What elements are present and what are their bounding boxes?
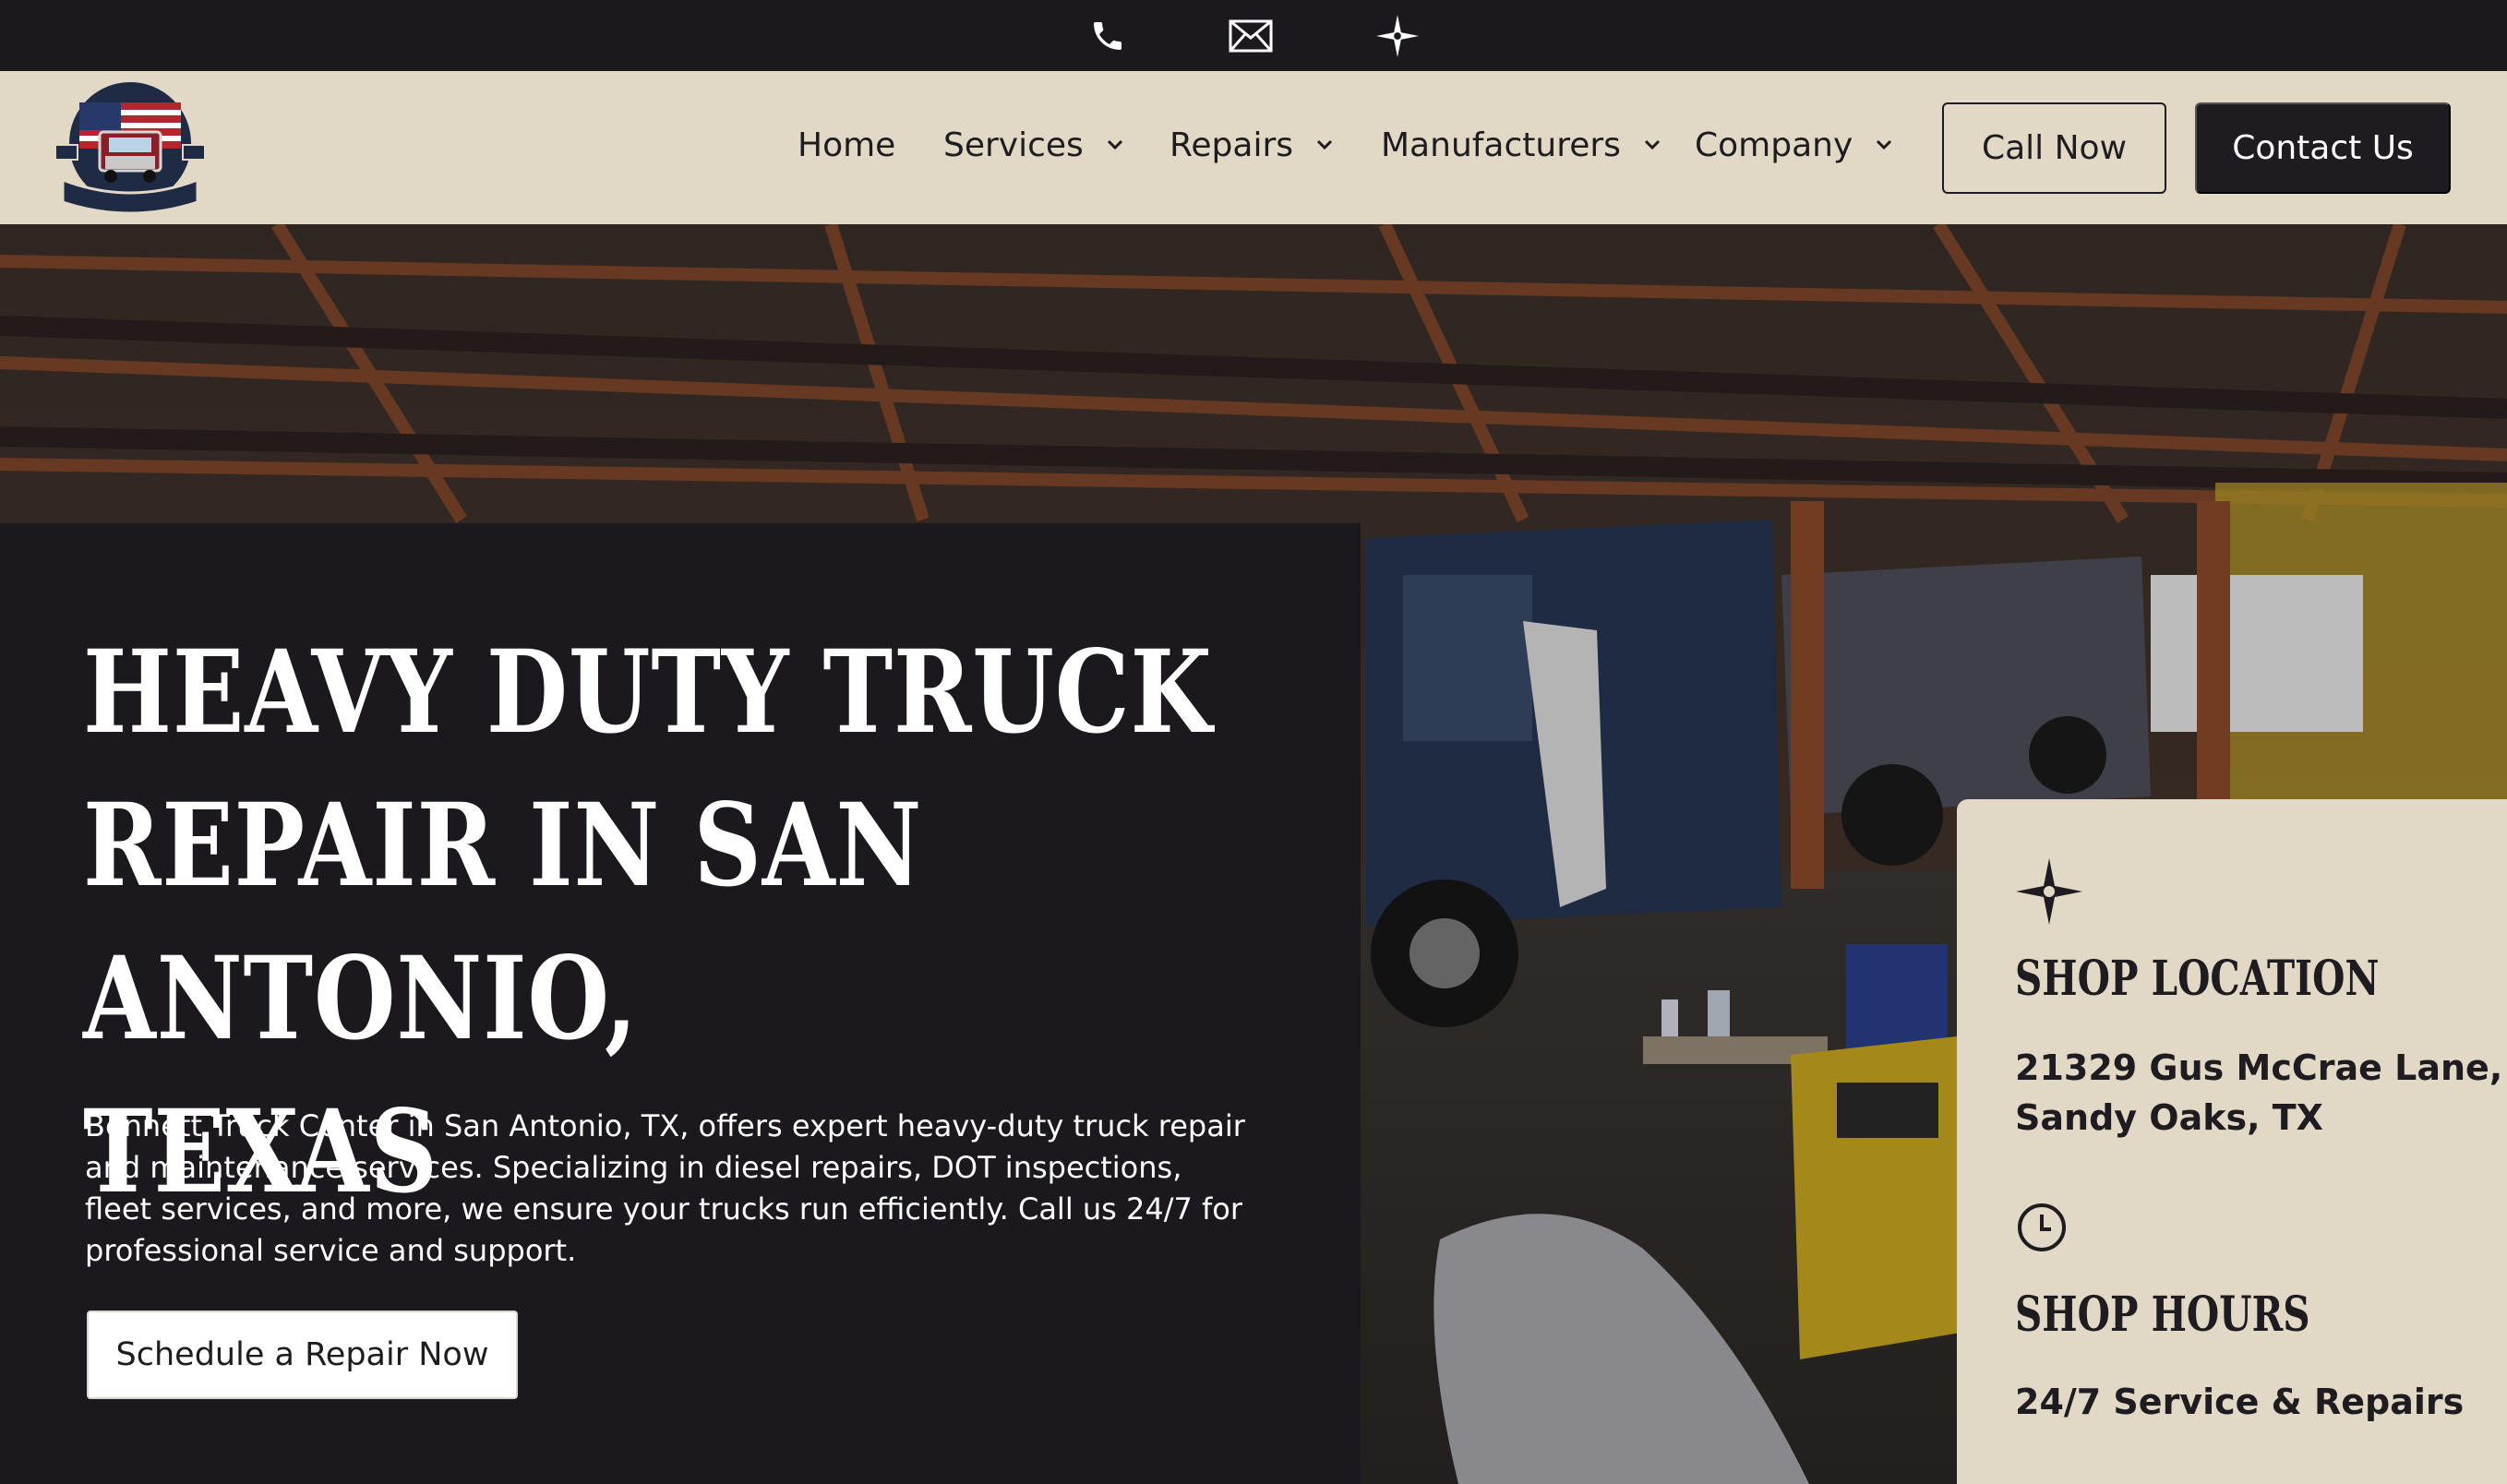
bennett-logo[interactable] [52, 77, 209, 220]
nav-home-label: Home [798, 126, 896, 164]
chevron-down-icon [1313, 134, 1336, 156]
chevron-down-icon [1104, 134, 1126, 156]
hero-title-line1: HEAVY DUTY TRUCK [83, 626, 1213, 760]
shop-info-card: SHOP LOCATION 21329 Gus McCrae Lane, San… [1957, 799, 2507, 1484]
shop-hours-heading: SHOP HOURS [2015, 1287, 2310, 1343]
address-line1: 21329 Gus McCrae Lane, [2015, 1047, 2503, 1088]
nav-manufacturers[interactable]: Manufacturers [1381, 117, 1663, 173]
chevron-down-icon [1641, 134, 1663, 156]
nav-company-label: Company [1695, 126, 1853, 164]
nav-services-label: Services [943, 126, 1084, 164]
shop-location-heading: SHOP LOCATION [2015, 951, 2380, 1007]
compass-star-icon [2016, 858, 2082, 925]
nav-repairs-label: Repairs [1170, 126, 1294, 164]
shop-hours-text: 24/7 Service & Repairs [2015, 1382, 2465, 1422]
nav-company[interactable]: Company [1695, 117, 1895, 173]
hero-description: Bennett Truck Center in San Antonio, TX,… [85, 1108, 1245, 1268]
address-line2: Sandy Oaks, TX [2015, 1097, 2323, 1138]
mail-icon[interactable] [1228, 13, 1274, 59]
nav-manufacturers-label: Manufacturers [1381, 126, 1621, 164]
clock-icon [2016, 1202, 2068, 1253]
shop-address: 21329 Gus McCrae Lane, Sandy Oaks, TX [2015, 1043, 2502, 1143]
call-now-button[interactable]: Call Now [1942, 102, 2166, 194]
contact-us-button[interactable]: Contact Us [2195, 102, 2451, 194]
top-utility-bar [0, 0, 2507, 71]
nav-home[interactable]: Home [798, 117, 895, 173]
chevron-down-icon [1873, 134, 1895, 156]
schedule-repair-button[interactable]: Schedule a Repair Now [87, 1310, 518, 1399]
nav-services[interactable]: Services [943, 117, 1126, 173]
compass-star-icon[interactable] [1374, 13, 1421, 59]
phone-icon[interactable] [1085, 13, 1131, 59]
nav-repairs[interactable]: Repairs [1170, 117, 1336, 173]
hero-title-line2: REPAIR IN SAN ANTONIO, [83, 779, 923, 1066]
main-navbar: Home Services Repairs Manufacturers Comp… [0, 71, 2507, 224]
